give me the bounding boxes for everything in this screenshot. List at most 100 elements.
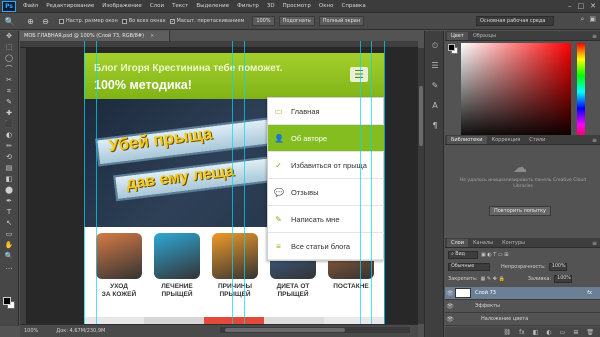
card-label[interactable]: УХОД ЗА КОЖЕЙ	[89, 283, 149, 299]
all-windows-checkbox[interactable]: Во всех окнах	[121, 18, 166, 24]
tool-8-icon[interactable]: ⬛	[2, 119, 16, 130]
zoom-in-icon[interactable]: ⊕	[25, 16, 36, 27]
tool-13-icon[interactable]: ◧	[2, 174, 16, 185]
resize-windows-checkbox[interactable]: Настр. размер окон	[59, 18, 118, 24]
layer-row[interactable]: 👁 Наложение цвета	[445, 313, 600, 326]
tool-11-icon[interactable]: ⟲	[2, 152, 16, 163]
menu-link-2[interactable]: ✓ Избавиться от прыща	[268, 152, 384, 179]
tool-16-icon[interactable]: T	[2, 207, 16, 218]
card-label[interactable]: ЛЕЧЕНИЕ ПРЫЩЕЙ	[147, 283, 207, 299]
blend-mode-select[interactable]: Обычные	[448, 262, 490, 271]
menu-link-3[interactable]: 💬 Отзывы	[268, 179, 384, 206]
menu-item-0[interactable]: Файл	[19, 3, 42, 9]
fill-screen-button[interactable]: Полный экран	[318, 16, 365, 26]
tool-4-icon[interactable]: ✂	[2, 75, 16, 86]
zoom-out-icon[interactable]: ⊖	[40, 16, 51, 27]
card-image[interactable]	[96, 233, 142, 279]
foreground-color-swatch[interactable]	[448, 44, 455, 51]
tool-21-icon[interactable]: …	[2, 262, 16, 273]
card-image[interactable]	[154, 233, 200, 279]
panel-menu-icon[interactable]: ≡	[592, 240, 597, 247]
tool-7-icon[interactable]: ✚	[2, 108, 16, 119]
card-label[interactable]: ДИЕТА ОТ ПРЫЩЕЙ	[263, 283, 323, 299]
tab-layers[interactable]: Слои	[447, 239, 468, 247]
menu-item-8[interactable]: Просмотр	[279, 3, 315, 9]
maximize-button[interactable]: □	[578, 2, 585, 10]
layer-row[interactable]: 👁 Эффекты	[445, 300, 600, 313]
tool-2-icon[interactable]: ◯	[2, 53, 16, 64]
tab-color[interactable]: Цвет	[447, 32, 468, 40]
menu-link-5[interactable]: ≡ Все статьи блога	[268, 233, 384, 260]
tool-14-icon[interactable]: ⬤	[2, 185, 16, 196]
eye-icon[interactable]: 👁	[445, 303, 455, 310]
layers-footer-icon-4[interactable]: ▭	[560, 329, 566, 336]
layer-row[interactable]: 👁 Слой 73 fx	[445, 287, 600, 300]
horizontal-scroll-thumb[interactable]	[225, 328, 345, 332]
menu-link-1[interactable]: 👤 Об авторе	[268, 125, 384, 152]
menu-item-6[interactable]: Фильтр	[233, 3, 263, 9]
tab-styles[interactable]: Стили	[525, 136, 549, 144]
tab-paths[interactable]: Контуры	[498, 239, 529, 247]
minimize-button[interactable]: –	[568, 2, 572, 10]
menu-item-10[interactable]: Справка	[337, 3, 369, 9]
lock-icons[interactable]: ▦ ✎ ✥ 🔒	[481, 276, 505, 282]
menu-item-7[interactable]: 3D	[263, 3, 279, 9]
search-icon[interactable]: ⌕	[580, 15, 584, 24]
document-size[interactable]: Док: 4,67М/230,9М	[56, 328, 105, 334]
tool-18-icon[interactable]: ▭	[2, 229, 16, 240]
hamburger-icon[interactable]: ☰	[350, 67, 368, 82]
vertical-ruler[interactable]	[20, 48, 27, 324]
tool-12-icon[interactable]: ▤	[2, 163, 16, 174]
menu-item-1[interactable]: Редактирование	[42, 3, 98, 9]
menu-item-3[interactable]: Слои	[146, 3, 168, 9]
tool-10-icon[interactable]: ✏	[2, 141, 16, 152]
color-picker-field[interactable]	[461, 43, 571, 141]
fit-screen-button[interactable]: Подогнать	[278, 16, 315, 26]
history-icon[interactable]: ⏲	[429, 41, 441, 51]
layers-footer-icon-3[interactable]: ◐	[546, 329, 551, 336]
vertical-scroll-thumb[interactable]	[419, 86, 423, 146]
workspace-select[interactable]: Основная рабочая среда	[476, 16, 554, 26]
tab-channels[interactable]: Каналы	[469, 239, 497, 247]
layers-footer-icon-2[interactable]: ◧	[533, 329, 539, 336]
foreground-color-swatch[interactable]	[3, 297, 11, 305]
tool-15-icon[interactable]: ✒	[2, 196, 16, 207]
fill-field[interactable]: 100%	[554, 274, 573, 283]
close-tab-icon[interactable]: ×	[150, 33, 154, 39]
card-label[interactable]: ПРИЧИНЫ ПРЫЩЕЙ	[205, 283, 265, 299]
fx-icon[interactable]: fx	[587, 290, 592, 296]
panel-menu-icon[interactable]: ≡	[592, 33, 597, 40]
tool-9-icon[interactable]: ◐	[2, 130, 16, 141]
panel-icon[interactable]: ▣	[589, 15, 596, 24]
tab-adjustments[interactable]: Коррекция	[488, 136, 525, 144]
tool-19-icon[interactable]: ✋	[2, 240, 16, 251]
tool-1-icon[interactable]: ⬚	[2, 42, 16, 53]
tool-0-icon[interactable]: ✥	[2, 31, 16, 42]
horizontal-ruler[interactable]	[20, 41, 418, 48]
layers-footer-icon-0[interactable]: ⛓	[503, 329, 511, 336]
tab-libraries[interactable]: Библиотеки	[447, 136, 487, 144]
menu-item-2[interactable]: Изображение	[98, 3, 146, 9]
tool-5-icon[interactable]: ⌗	[2, 86, 16, 97]
layers-footer-icon-1[interactable]: fx	[519, 329, 525, 336]
tool-3-icon[interactable]: ⌒	[2, 64, 16, 75]
paragraph-icon[interactable]: ¶	[429, 121, 441, 131]
layer-kind-select[interactable]: ⌕ Вид	[448, 250, 478, 259]
tool-6-icon[interactable]: ✎	[2, 97, 16, 108]
document-tab[interactable]: МОБ ГЛАВНАЯ.psd @ 100% (Слой 73, RGB/8#)…	[20, 31, 170, 41]
zoom-100-button[interactable]: 100%	[252, 16, 275, 26]
card-image[interactable]	[212, 233, 258, 279]
brush-preset-icon[interactable]: ✎	[429, 81, 441, 91]
menu-item-4[interactable]: Текст	[168, 3, 192, 9]
tab-swatches[interactable]: Образцы	[469, 32, 500, 40]
tool-17-icon[interactable]: ↖	[2, 218, 16, 229]
filter-icons[interactable]: ▣ ◐ T ▭ ⊞	[481, 252, 508, 258]
menu-item-9[interactable]: Окно	[315, 3, 338, 9]
eye-icon[interactable]: 👁	[445, 316, 455, 323]
menu-link-4[interactable]: ✎ Написать мне	[268, 206, 384, 233]
panel-menu-icon[interactable]: ≡	[592, 137, 597, 144]
zoom-level[interactable]: 100%	[24, 328, 38, 334]
close-button[interactable]: ✕	[590, 2, 596, 10]
hue-slider[interactable]	[577, 43, 585, 141]
layers-footer-icon-5[interactable]: ⊞	[573, 329, 578, 336]
